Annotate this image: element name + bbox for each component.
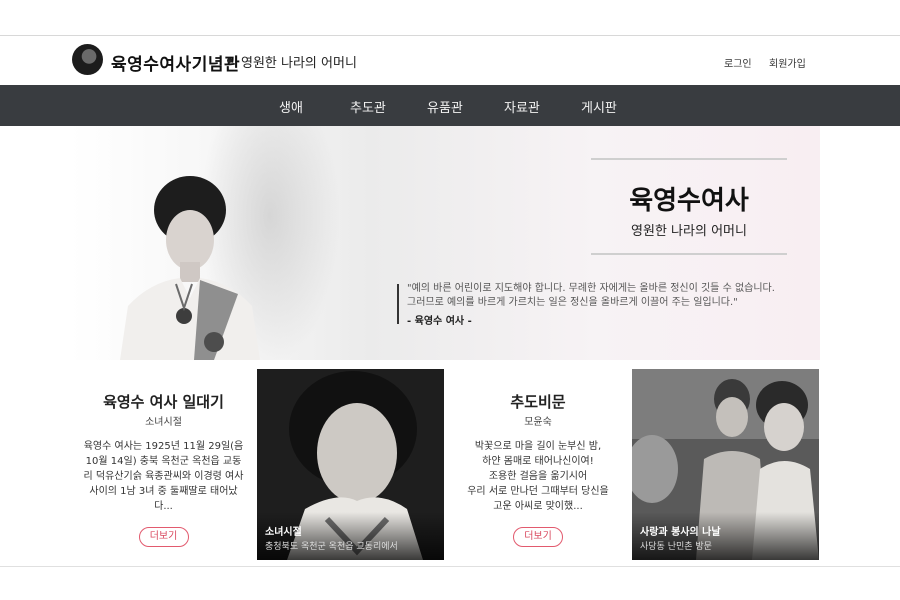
poem-line: 고운 아씨로 맞이했... — [493, 501, 583, 512]
photo-caption-subtitle: 충청북도 옥천군 옥천읍 교동리에서 — [265, 542, 398, 552]
memorial-card: 추도비문 모윤숙 박꽃으로 마을 길이 눈부신 밤, 하얀 몸매로 태어나신이여… — [444, 369, 632, 560]
quote-line: "예의 바른 어린이로 지도해야 합니다. 무례한 자에게는 올바른 정신이 깃… — [407, 283, 775, 294]
title-line-bottom — [591, 253, 787, 255]
join-link[interactable]: 회원가입 — [769, 55, 806, 70]
title-line-top — [591, 158, 787, 160]
portrait-image — [120, 176, 260, 360]
poem-line: 하얀 몸매로 태어나신이여! — [482, 456, 594, 467]
poem-line: 조용한 걸음을 옮기시어 — [488, 471, 588, 482]
biography-card: 육영수 여사 일대기 소녀시절 육영수 여사는 1925년 11월 29일(음 … — [70, 369, 257, 560]
hero-name: 육영수여사 — [629, 186, 749, 216]
bottom-divider — [0, 566, 900, 567]
card-body: 육영수 여사는 1925년 11월 29일(음 10월 14일) 충북 옥천군 … — [83, 441, 244, 512]
service-photo-card[interactable]: 사랑과 봉사의 나날 사당동 난민촌 방문 — [632, 369, 819, 560]
card-subtitle: 소녀시절 — [145, 417, 182, 428]
title-separator-dot — [227, 58, 232, 63]
hero-subtitle: 영원한 나라의 어머니 — [631, 224, 747, 239]
site-title[interactable]: 육영수여사기념관 — [111, 50, 240, 75]
card-body: 박꽃으로 마을 길이 눈부신 밤, 하얀 몸매로 태어나신이여! 조용한 걸음을… — [456, 439, 620, 514]
portrait-logo-icon[interactable] — [72, 44, 103, 75]
card-subtitle: 모윤숙 — [524, 417, 552, 428]
nav-item-archive[interactable]: 자료관 — [504, 97, 540, 116]
poem-line: 우리 서로 만나던 그때부터 당신을 — [467, 486, 609, 497]
site-tagline: 영원한 나라의 어머니 — [241, 56, 357, 71]
nav-item-memorial[interactable]: 추도관 — [350, 97, 386, 116]
card-title: 추도비문 — [510, 393, 566, 411]
nav-item-life[interactable]: 생애 — [279, 97, 303, 116]
nav-item-relics[interactable]: 유품관 — [427, 97, 463, 116]
photo-caption-subtitle: 사당동 난민촌 방문 — [640, 542, 712, 552]
hero-banner: 육영수여사 영원한 나라의 어머니 "예의 바른 어린이로 지도해야 합니다. … — [70, 126, 820, 360]
more-button[interactable]: 더보기 — [138, 527, 189, 547]
hero-quote: "예의 바른 어린이로 지도해야 합니다. 무례한 자에게는 올바른 정신이 깃… — [407, 282, 807, 310]
photo-caption-title: 소녀시절 — [265, 527, 302, 538]
quote-bar — [397, 284, 399, 324]
quote-line: 그러므로 예의를 바르게 가르치는 일은 정신을 올바르게 이끌어 주는 일입니… — [407, 297, 738, 308]
nav-item-board[interactable]: 게시판 — [581, 97, 617, 116]
poem-line: 박꽃으로 마을 길이 눈부신 밤, — [474, 441, 602, 452]
main-nav: 생애 추도관 유품관 자료관 게시판 — [0, 85, 900, 126]
girlhood-photo-card[interactable]: 소녀시절 충청북도 옥천군 옥천읍 교동리에서 — [257, 369, 444, 560]
login-link[interactable]: 로그인 — [724, 55, 752, 70]
card-title: 육영수 여사 일대기 — [103, 393, 224, 411]
quote-author: - 육영수 여사 - — [407, 316, 472, 327]
more-button[interactable]: 더보기 — [513, 527, 563, 547]
photo-caption-title: 사랑과 봉사의 나날 — [640, 527, 721, 538]
